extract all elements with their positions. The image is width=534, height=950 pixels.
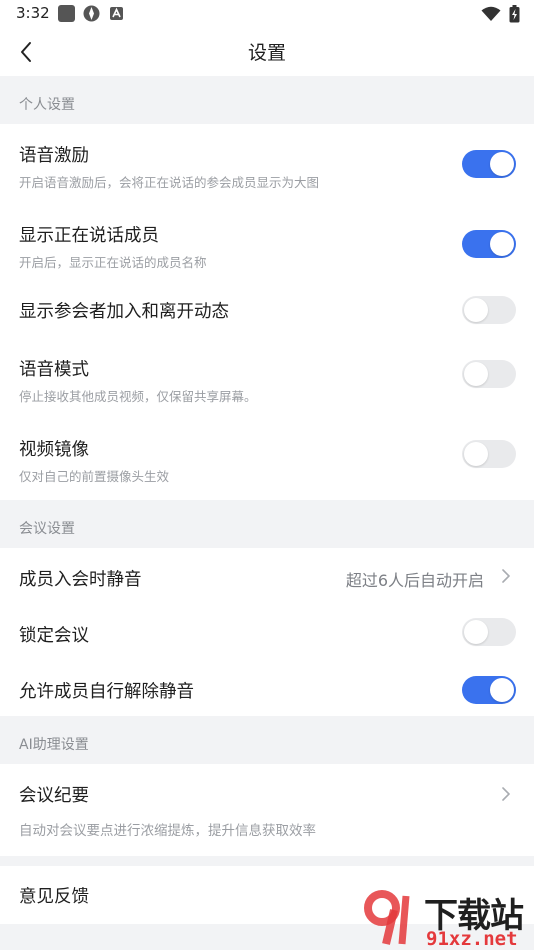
row-join-leave-notice: 显示参会者加入和离开动态 xyxy=(0,282,534,338)
row-meeting-minutes[interactable]: 会议纪要 自动对会议要点进行浓缩提炼，提升信息获取效率 xyxy=(0,764,534,856)
row-title: 语音模式 xyxy=(19,360,89,380)
toggle-voice-mode[interactable] xyxy=(462,360,516,388)
toggle-knob xyxy=(490,152,514,176)
battery-icon xyxy=(509,5,520,27)
row-title: 意见反馈 xyxy=(19,887,89,907)
row-video-mirror: 视频镜像 仅对自己的前置摄像头生效 xyxy=(0,418,534,500)
row-subtitle: 开启语音激励后，会将正在说话的参会成员显示为大图 xyxy=(19,175,320,190)
watermark-text-url: 91xz.net xyxy=(426,928,518,950)
row-value: 超过6人后自动开启 xyxy=(345,571,484,590)
meeting-settings-group: 成员入会时静音 超过6人后自动开启 锁定会议 允许成员自行解除静音 xyxy=(0,548,534,716)
a-box-icon xyxy=(108,5,125,22)
watermark-logo: 下载站 91xz.net xyxy=(360,888,532,950)
toggle-knob xyxy=(464,362,488,386)
personal-settings-group: 语音激励 开启语音激励后，会将正在说话的参会成员显示为大图 显示正在说话成员 开… xyxy=(0,124,534,500)
toggle-knob xyxy=(464,298,488,322)
notification-square-icon xyxy=(58,5,75,22)
chevron-right-icon xyxy=(502,787,510,801)
page-title: 设置 xyxy=(247,42,286,64)
aperture-icon xyxy=(83,5,100,22)
watermark-91-icon xyxy=(364,890,410,945)
row-title: 语音激励 xyxy=(19,146,89,166)
row-title: 允许成员自行解除静音 xyxy=(19,682,194,702)
row-title: 成员入会时静音 xyxy=(19,570,142,590)
toggle-voice-activation[interactable] xyxy=(462,150,516,178)
toggle-allow-self-unmute[interactable] xyxy=(462,676,516,704)
row-title: 视频镜像 xyxy=(19,440,89,460)
toggle-knob xyxy=(490,678,514,702)
section-label-ai: AI助理设置 xyxy=(19,737,89,753)
row-voice-activation: 语音激励 开启语音激励后，会将正在说话的参会成员显示为大图 xyxy=(0,124,534,202)
toggle-show-speaking-member[interactable] xyxy=(462,230,516,258)
section-label-meeting: 会议设置 xyxy=(19,521,75,537)
row-subtitle: 仅对自己的前置摄像头生效 xyxy=(19,469,170,484)
row-title: 显示参会者加入和离开动态 xyxy=(19,302,229,322)
row-voice-mode: 语音模式 停止接收其他成员视频，仅保留共享屏幕。 xyxy=(0,338,534,418)
row-title: 锁定会议 xyxy=(19,626,89,646)
toggle-knob xyxy=(464,620,488,644)
chevron-right-icon xyxy=(502,569,510,583)
section-label-personal: 个人设置 xyxy=(19,97,75,113)
ai-settings-group: 会议纪要 自动对会议要点进行浓缩提炼，提升信息获取效率 xyxy=(0,764,534,856)
row-subtitle: 开启后，显示正在说话的成员名称 xyxy=(19,255,207,270)
toggle-join-leave-notice[interactable] xyxy=(462,296,516,324)
toggle-video-mirror[interactable] xyxy=(462,440,516,468)
wifi-icon xyxy=(481,6,501,26)
toggle-knob xyxy=(464,442,488,466)
row-allow-self-unmute: 允许成员自行解除静音 xyxy=(0,660,534,716)
row-show-speaking-member: 显示正在说话成员 开启后，显示正在说话的成员名称 xyxy=(0,202,534,282)
toggle-knob xyxy=(490,232,514,256)
row-title: 显示正在说话成员 xyxy=(19,226,159,246)
row-lock-meeting: 锁定会议 xyxy=(0,604,534,660)
row-title: 会议纪要 xyxy=(19,786,89,806)
row-mute-on-join[interactable]: 成员入会时静音 超过6人后自动开启 xyxy=(0,548,534,604)
toggle-lock-meeting[interactable] xyxy=(462,618,516,646)
row-subtitle: 停止接收其他成员视频，仅保留共享屏幕。 xyxy=(19,389,257,404)
nav-header: 设置 xyxy=(0,28,534,76)
status-time: 3:32 xyxy=(16,4,50,22)
status-bar: 3:32 xyxy=(0,0,534,28)
row-subtitle: 自动对会议要点进行浓缩提炼，提升信息获取效率 xyxy=(19,823,316,839)
